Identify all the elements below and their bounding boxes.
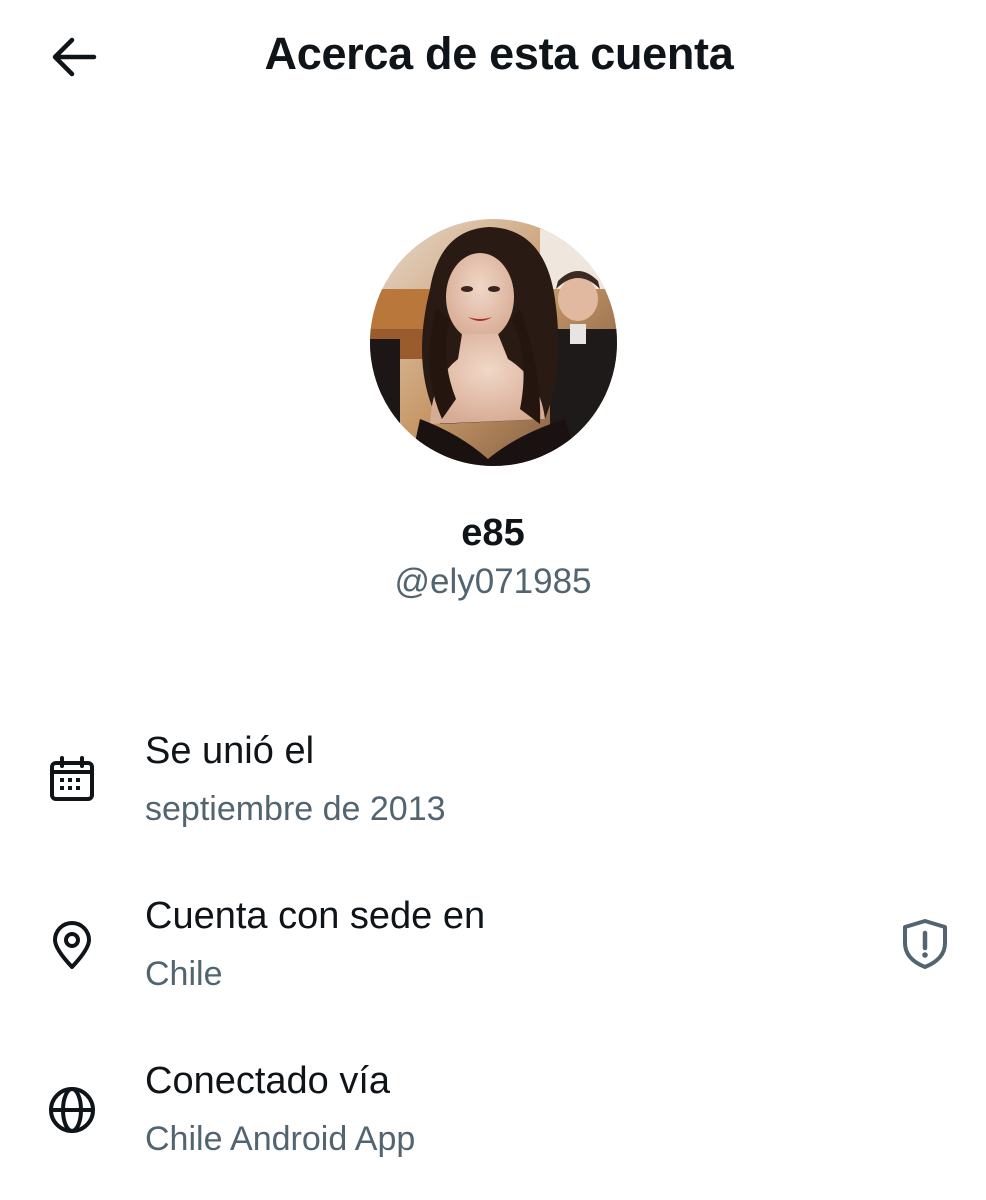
username-handle: @ely071985 bbox=[394, 562, 592, 601]
calendar-icon bbox=[44, 752, 100, 808]
profile-photo bbox=[370, 219, 617, 466]
joined-label: Se unió el bbox=[145, 730, 315, 772]
display-name: e85 bbox=[461, 512, 525, 554]
info-row-connected: Conectado vía Chile Android App bbox=[0, 1060, 986, 1180]
joined-date: septiembre de 2013 bbox=[145, 790, 446, 828]
location-value: Chile bbox=[145, 955, 223, 993]
shield-alert-icon[interactable] bbox=[896, 915, 954, 973]
info-row-joined: Se unió el septiembre de 2013 bbox=[0, 730, 986, 850]
avatar bbox=[370, 219, 617, 466]
location-pin-icon bbox=[44, 917, 100, 973]
location-label: Cuenta con sede en bbox=[145, 895, 486, 937]
about-account-page: Acerca de esta cuenta e85 @ely071985 Se … bbox=[0, 0, 986, 1200]
page-title: Acerca de esta cuenta bbox=[264, 28, 734, 79]
globe-icon bbox=[44, 1082, 100, 1138]
connected-label: Conectado vía bbox=[145, 1060, 391, 1102]
connected-value: Chile Android App bbox=[145, 1120, 416, 1158]
info-row-location: Cuenta con sede en Chile bbox=[0, 895, 986, 1015]
